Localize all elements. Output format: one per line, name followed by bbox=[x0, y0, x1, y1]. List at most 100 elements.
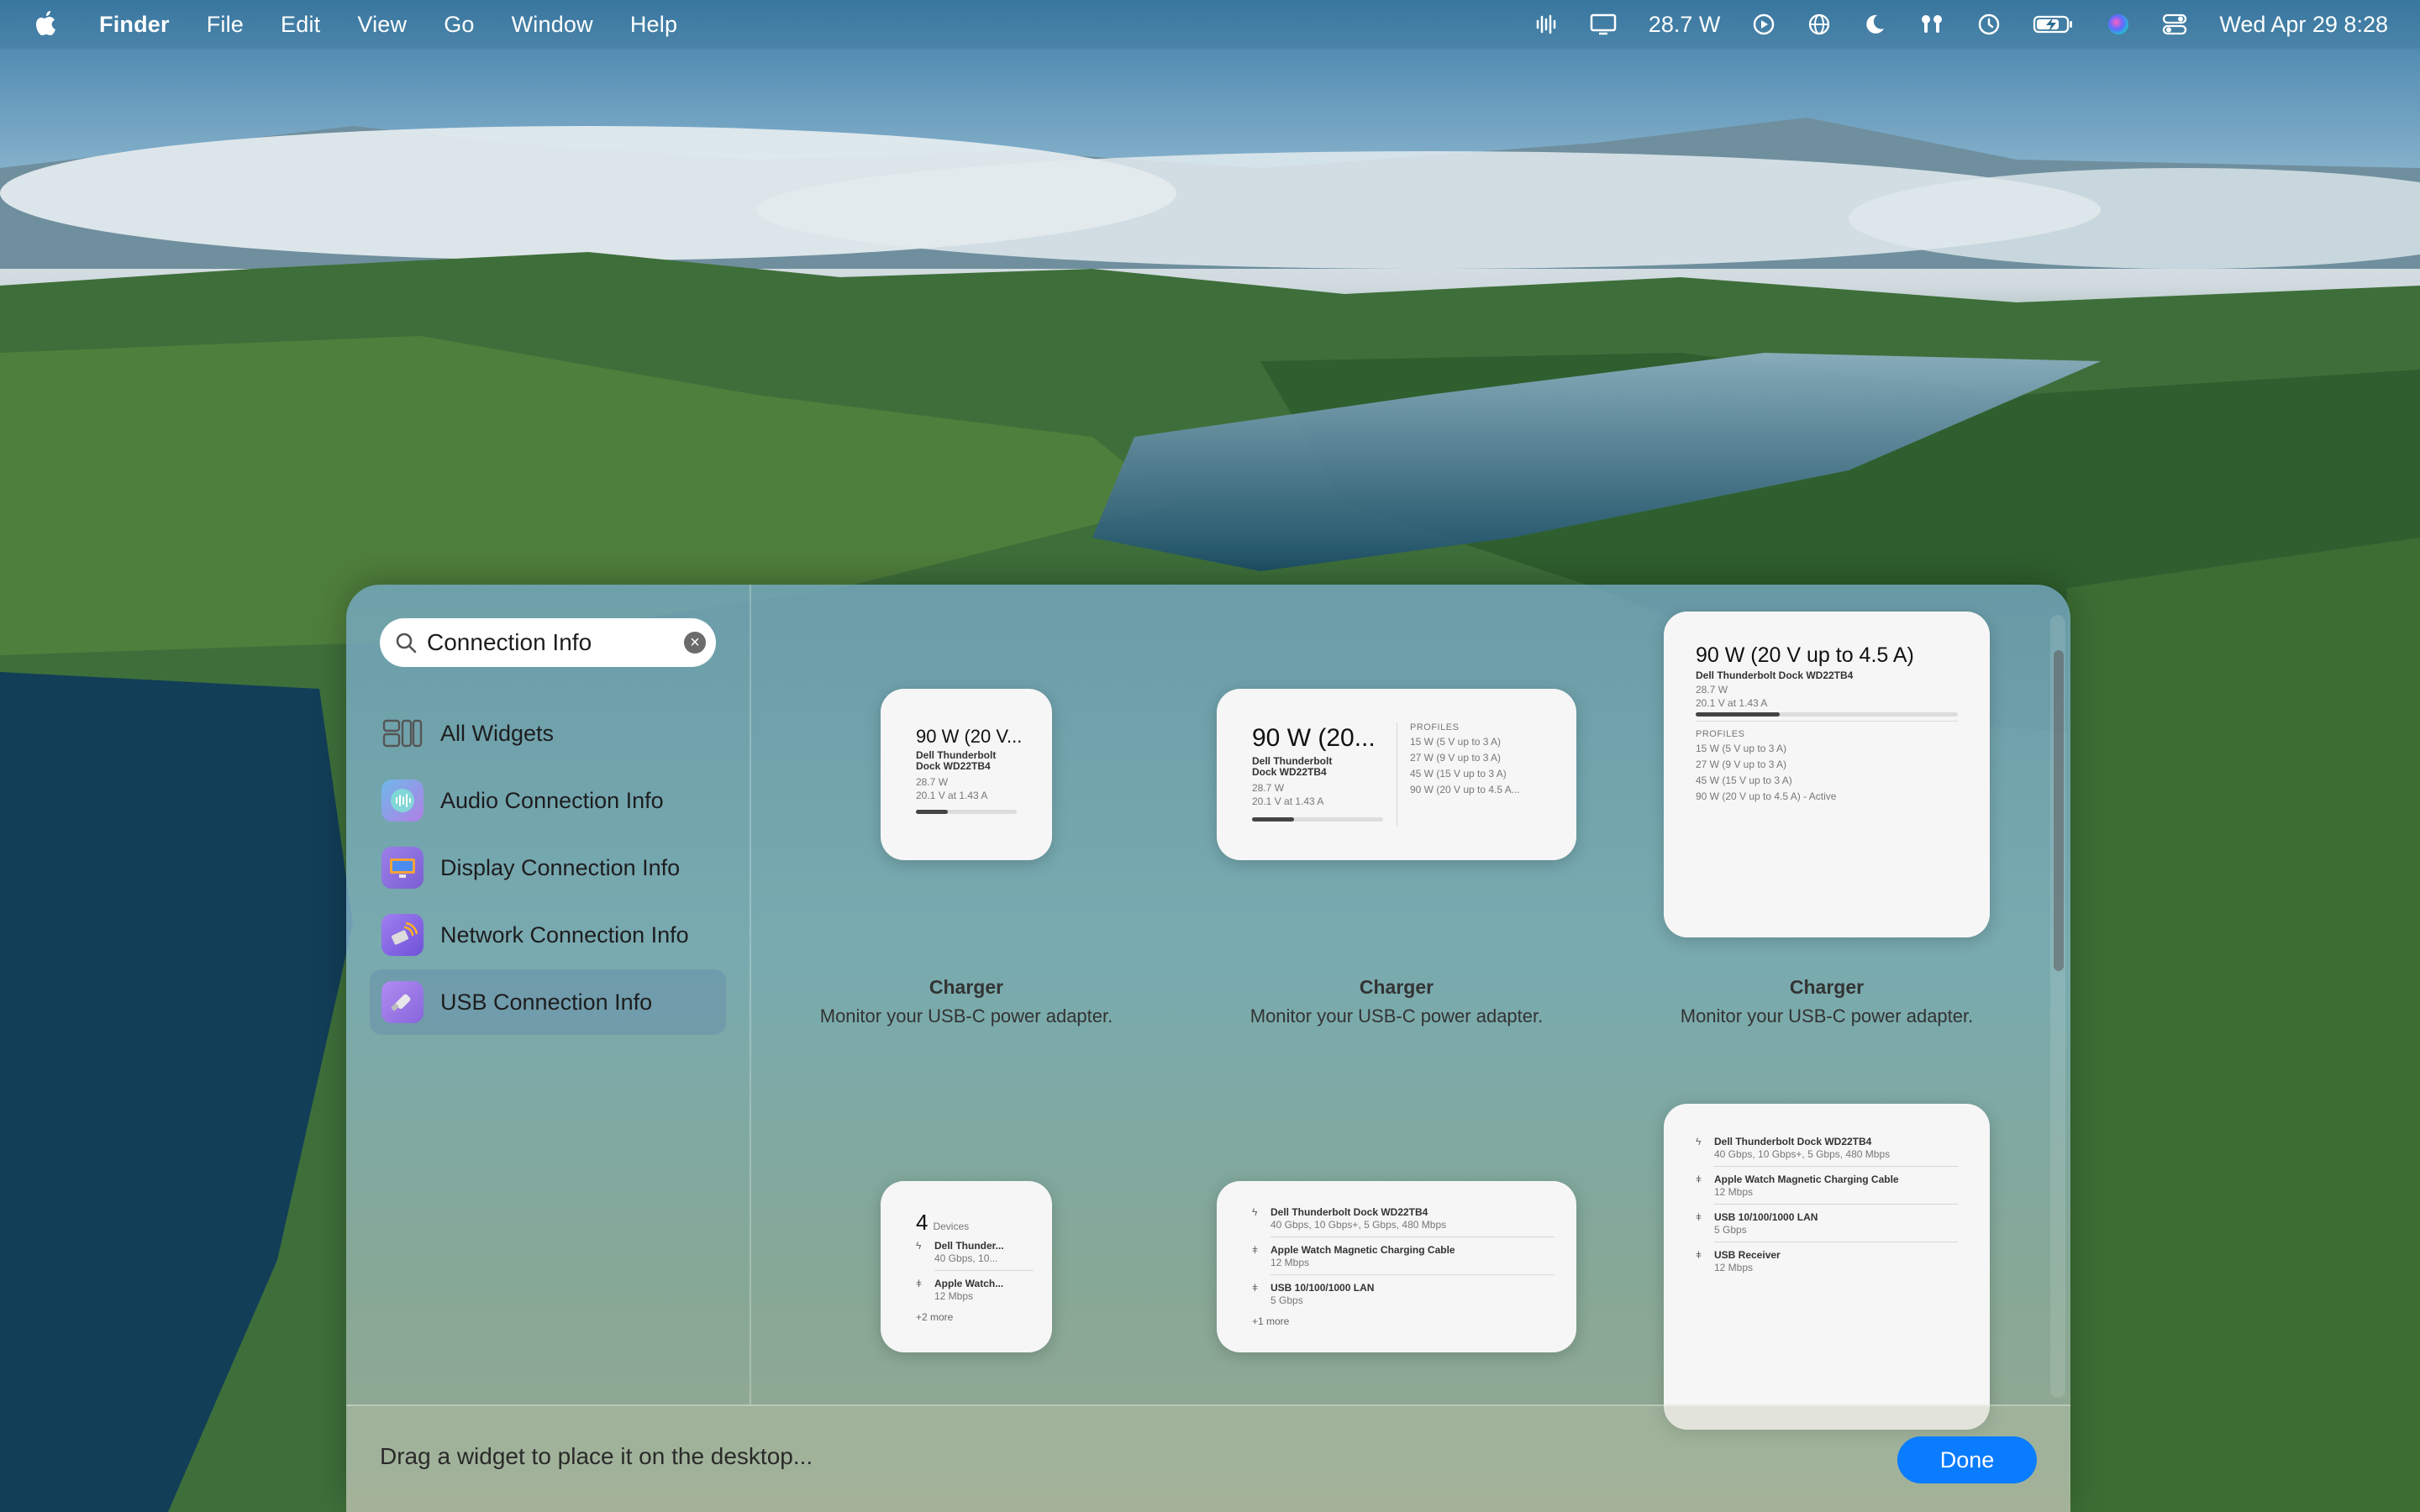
menu-help[interactable]: Help bbox=[630, 12, 677, 38]
device-count-label: Devices bbox=[933, 1221, 970, 1232]
sidebar-item-all-widgets[interactable]: All Widgets bbox=[370, 701, 726, 766]
device-row: ǂ USB 10/100/1000 LAN 5 Gbps bbox=[1696, 1211, 1958, 1236]
device-speed: 12 Mbps bbox=[1714, 1262, 1754, 1273]
caption-description: Monitor your USB-C power adapter. bbox=[1249, 1005, 1544, 1026]
device-row: ϟ Dell Thunder... 40 Gbps, 10... bbox=[916, 1240, 1034, 1265]
usb-devices-widget-medium[interactable]: ϟ Dell Thunderbolt Dock WD22TB4 40 Gbps, … bbox=[1217, 1181, 1576, 1352]
profile-item: 45 W (15 V up to 3 A) bbox=[1410, 768, 1507, 780]
network-app-icon bbox=[381, 914, 424, 956]
device-name: Dell Thunderbolt Dock WD22TB4 bbox=[1270, 1206, 1428, 1218]
usb-plug-icon: ǂ bbox=[916, 1278, 923, 1289]
gallery-scrollbar-thumb[interactable] bbox=[2054, 650, 2064, 971]
charger-usage-bar bbox=[1696, 712, 1958, 717]
sidebar-item-network-connection-info[interactable]: Network Connection Info bbox=[370, 902, 726, 968]
charger-volts: 20.1 V at 1.43 A bbox=[1252, 795, 1324, 807]
widget-caption: Charger Monitor your USB-C power adapter… bbox=[773, 976, 1160, 1027]
device-row: ǂ Apple Watch... 12 Mbps bbox=[916, 1278, 1034, 1303]
search-icon bbox=[396, 633, 417, 654]
caption-title: Charger bbox=[1789, 976, 1865, 998]
device-speed: 5 Gbps bbox=[1714, 1224, 1747, 1236]
widgets-grid-icon bbox=[381, 712, 424, 754]
device-speed: 5 Gbps bbox=[1270, 1294, 1303, 1306]
usb-plug-icon: ǂ bbox=[1696, 1249, 1702, 1261]
done-button[interactable]: Done bbox=[1897, 1436, 2037, 1483]
menu-edit[interactable]: Edit bbox=[281, 12, 320, 38]
charger-usage-fill bbox=[916, 810, 949, 814]
time-machine-icon[interactable] bbox=[1977, 13, 2001, 36]
usb-app-icon bbox=[381, 981, 424, 1023]
device-speed: 40 Gbps, 10 Gbps+, 5 Gbps, 480 Mbps bbox=[1714, 1148, 1891, 1160]
device-speed: 40 Gbps, 10 Gbps+, 5 Gbps, 480 Mbps bbox=[1270, 1219, 1447, 1231]
caption-title: Charger bbox=[929, 976, 1004, 998]
profile-item: 45 W (15 V up to 3 A) bbox=[1696, 774, 1792, 786]
audio-waveform-icon[interactable] bbox=[1534, 13, 1558, 36]
profiles-heading: PROFILES bbox=[1696, 729, 1745, 739]
widget-search-field[interactable]: Connection Info × bbox=[380, 618, 716, 667]
control-center-icon[interactable] bbox=[2162, 13, 2187, 36]
charger-title: 90 W (20 V up to 4.5 A) bbox=[1696, 643, 1914, 667]
device-row: ǂ USB 10/100/1000 LAN 5 Gbps bbox=[1252, 1282, 1555, 1307]
play-circle-icon[interactable] bbox=[1752, 13, 1776, 36]
sidebar-item-display-connection-info[interactable]: Display Connection Info bbox=[370, 835, 726, 900]
sidebar-item-label: Display Connection Info bbox=[440, 854, 681, 880]
charger-watts: 28.7 W bbox=[1252, 782, 1285, 794]
profiles-heading: PROFILES bbox=[1410, 722, 1460, 732]
charger-widget-large[interactable]: 90 W (20 V up to 4.5 A) Dell Thunderbolt… bbox=[1664, 612, 1990, 937]
profile-item-active: 90 W (20 V up to 4.5 A) - Active bbox=[1696, 790, 1837, 802]
device-speed: 12 Mbps bbox=[1270, 1257, 1310, 1268]
audio-app-icon bbox=[381, 780, 424, 822]
airpods-icon[interactable] bbox=[1918, 13, 1945, 36]
usb-plug-icon: ǂ bbox=[1252, 1282, 1259, 1294]
usb-plug-icon: ǂ bbox=[1696, 1173, 1702, 1185]
sidebar-item-audio-connection-info[interactable]: Audio Connection Info bbox=[370, 768, 726, 833]
search-input-value[interactable]: Connection Info bbox=[427, 629, 592, 656]
charger-usage-fill bbox=[1696, 712, 1780, 717]
sidebar-item-label: USB Connection Info bbox=[440, 989, 653, 1015]
menu-app-name[interactable]: Finder bbox=[99, 12, 170, 38]
display-icon[interactable] bbox=[1590, 13, 1617, 36]
power-reading[interactable]: 28.7 W bbox=[1649, 12, 1721, 38]
sidebar-item-usb-connection-info[interactable]: USB Connection Info bbox=[370, 969, 726, 1035]
usb-devices-widget-large[interactable]: ϟ Dell Thunderbolt Dock WD22TB4 40 Gbps, … bbox=[1664, 1104, 1990, 1430]
device-speed: 12 Mbps bbox=[934, 1290, 974, 1302]
profile-item: 15 W (5 V up to 3 A) bbox=[1410, 736, 1502, 748]
profile-item: 90 W (20 V up to 4.5 A... bbox=[1410, 784, 1520, 795]
sidebar-item-label: Network Connection Info bbox=[440, 921, 689, 948]
network-globe-icon[interactable] bbox=[1807, 13, 1831, 36]
clear-search-icon[interactable]: × bbox=[684, 632, 706, 654]
device-name: Apple Watch... bbox=[934, 1278, 1004, 1289]
device-row: ϟ Dell Thunderbolt Dock WD22TB4 40 Gbps, … bbox=[1696, 1136, 1958, 1161]
menu-window[interactable]: Window bbox=[512, 12, 593, 38]
charger-widget-small[interactable]: 90 W (20 V... Dell Thunderbolt Dock WD22… bbox=[881, 689, 1052, 860]
charger-volts: 20.1 V at 1.43 A bbox=[1696, 697, 1768, 709]
drag-hint: Drag a widget to place it on the desktop… bbox=[380, 1443, 813, 1469]
device-count: 4 bbox=[916, 1210, 929, 1235]
menu-clock[interactable]: Wed Apr 29 8:28 bbox=[2219, 12, 2388, 38]
divider bbox=[1270, 1274, 1555, 1275]
menu-view[interactable]: View bbox=[357, 12, 407, 38]
battery-charging-icon[interactable] bbox=[2033, 13, 2075, 36]
charger-title: 90 W (20... bbox=[1252, 724, 1376, 752]
charger-usage-fill bbox=[1252, 817, 1294, 822]
siri-icon[interactable] bbox=[2107, 13, 2130, 36]
usb-devices-widget-small[interactable]: 4 Devices ϟ Dell Thunder... 40 Gbps, 10..… bbox=[881, 1181, 1052, 1352]
divider bbox=[1714, 1166, 1958, 1167]
device-name: USB Receiver bbox=[1714, 1249, 1781, 1261]
device-row: ϟ Dell Thunderbolt Dock WD22TB4 40 Gbps, … bbox=[1252, 1206, 1555, 1231]
gallery-footer: Drag a widget to place it on the desktop… bbox=[346, 1404, 2070, 1512]
bolt-icon: ϟ bbox=[1696, 1136, 1702, 1147]
menu-go[interactable]: Go bbox=[444, 12, 474, 38]
widget-gallery-panel: Connection Info × All Widgets Audio Conn… bbox=[346, 585, 2070, 1512]
moon-icon[interactable] bbox=[1863, 13, 1886, 36]
apple-menu-icon[interactable] bbox=[34, 11, 57, 38]
charger-watts: 28.7 W bbox=[916, 776, 949, 788]
device-row: ǂ USB Receiver 12 Mbps bbox=[1696, 1249, 1958, 1274]
display-app-icon bbox=[381, 847, 424, 889]
more-devices: +2 more bbox=[916, 1311, 954, 1323]
menu-file[interactable]: File bbox=[207, 12, 244, 38]
charger-widget-medium[interactable]: 90 W (20... Dell Thunderbolt Dock WD22TB… bbox=[1217, 689, 1576, 860]
device-name: USB 10/100/1000 LAN bbox=[1270, 1282, 1375, 1294]
device-speed: 12 Mbps bbox=[1714, 1186, 1754, 1198]
widget-sidebar: Connection Info × All Widgets Audio Conn… bbox=[346, 585, 751, 1404]
device-speed: 40 Gbps, 10... bbox=[934, 1252, 998, 1264]
